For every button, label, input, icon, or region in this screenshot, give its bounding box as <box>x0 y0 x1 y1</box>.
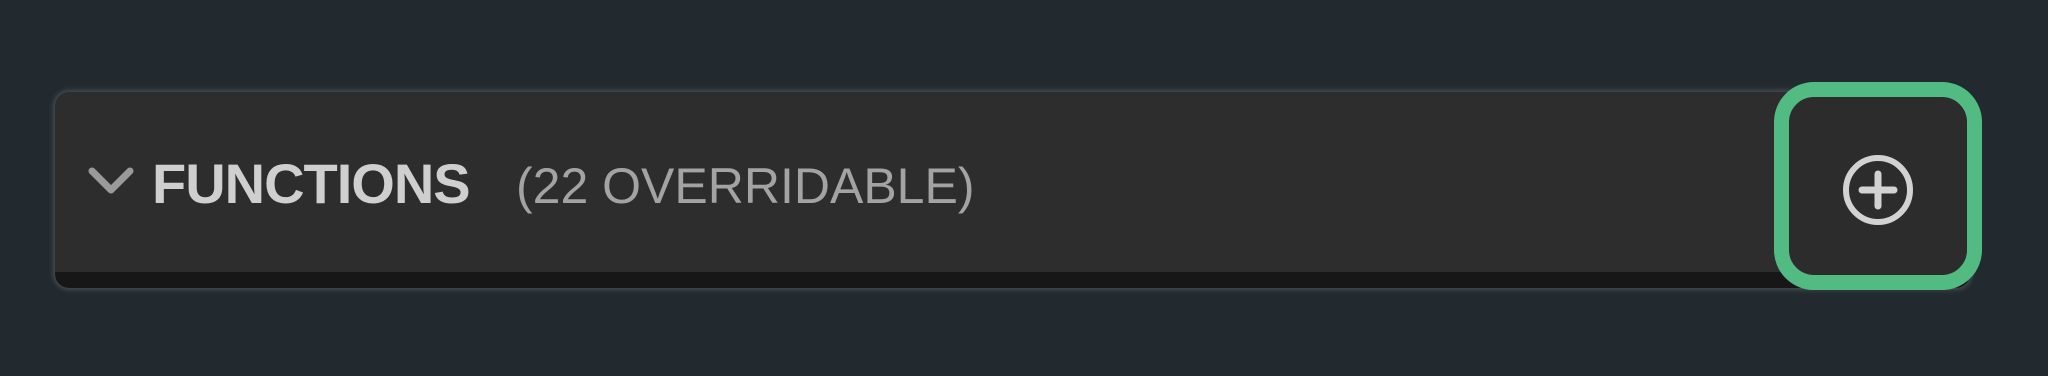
section-title: FUNCTIONS <box>152 152 471 215</box>
plus-circle-icon <box>1843 155 1913 225</box>
overridable-count: (22 OVERRIDABLE) <box>516 158 975 214</box>
chevron-down-icon[interactable] <box>88 167 134 195</box>
